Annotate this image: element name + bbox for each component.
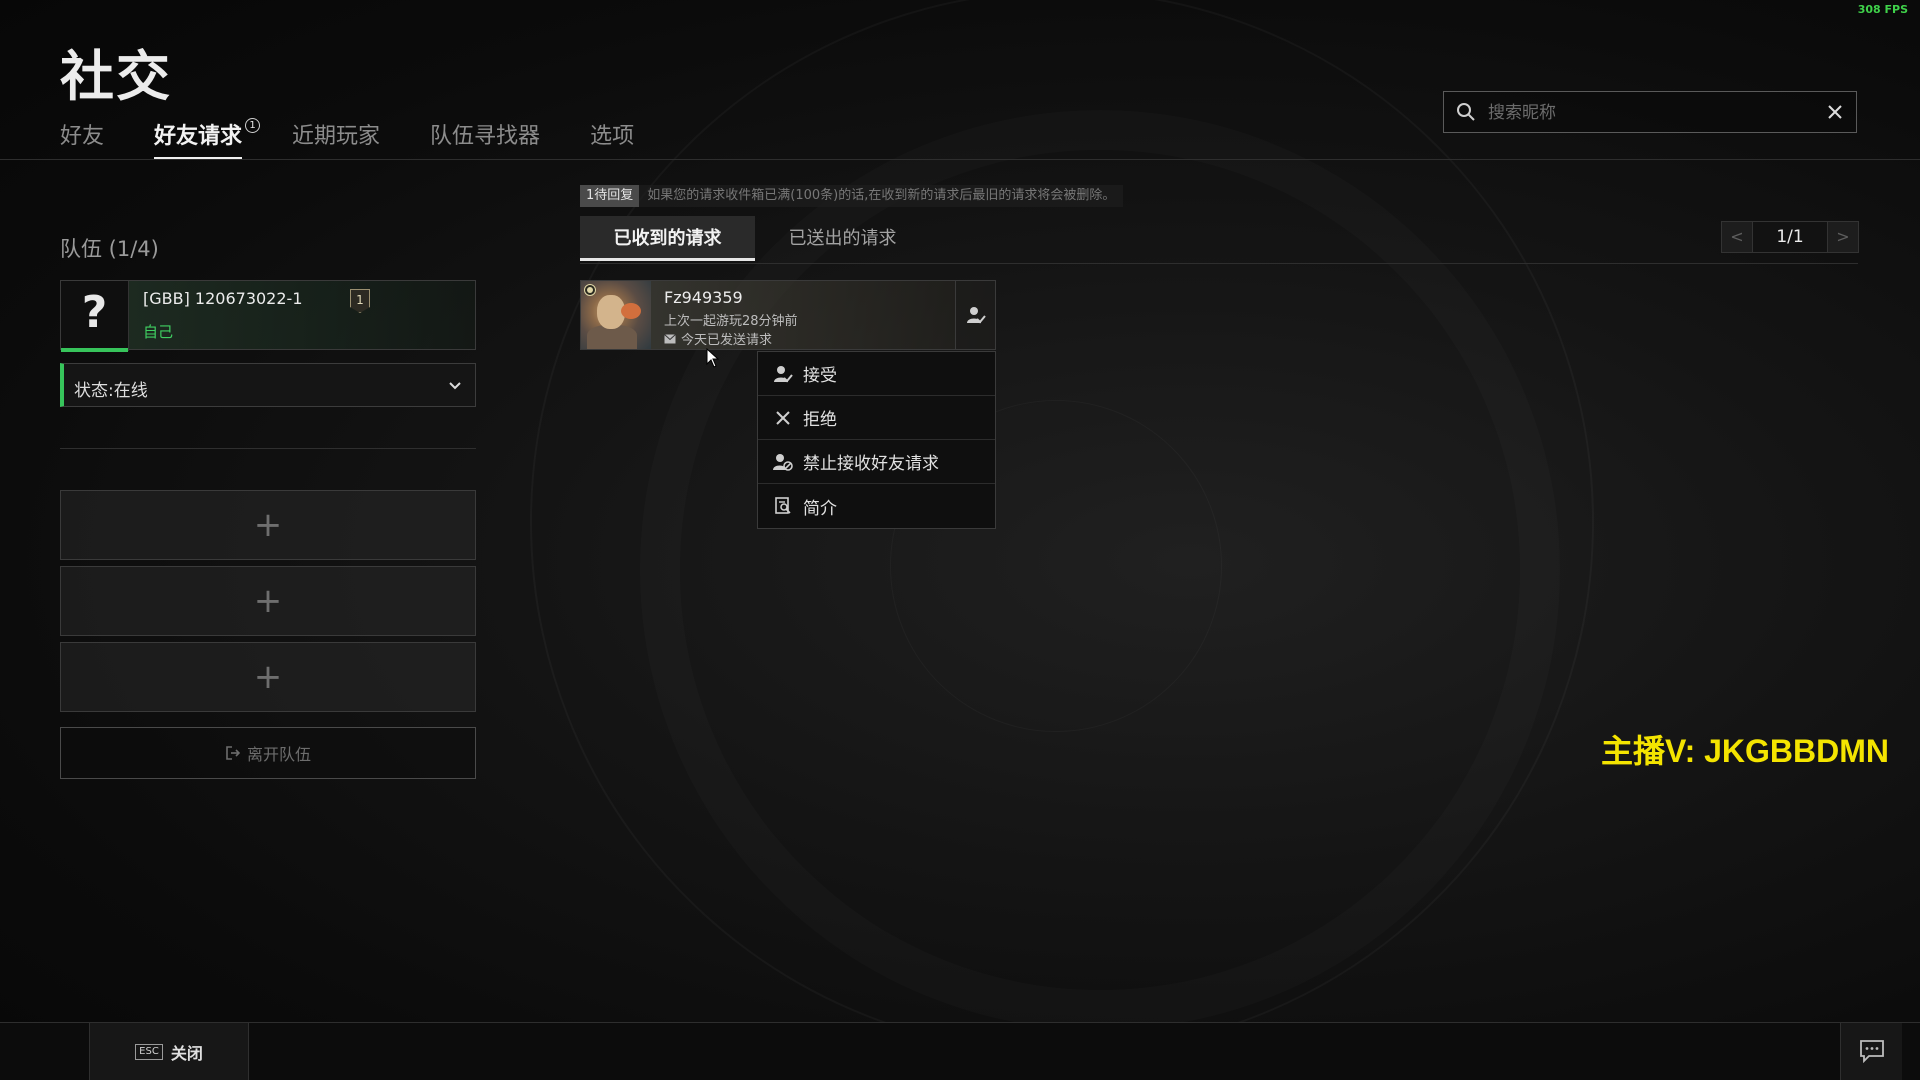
request-action-button[interactable]	[955, 281, 995, 349]
empty-team-slot[interactable]: +	[60, 490, 476, 560]
tab-recent-players-label: 近期玩家	[292, 124, 381, 149]
request-sent-text: 今天已发送请求	[681, 333, 773, 348]
block-user-icon	[773, 453, 793, 471]
request-notice: 1待回复 如果您的请求收件箱已满(100条)的话,在收到新的请求后最旧的请求将会…	[580, 185, 1124, 207]
tab-friend-requests[interactable]: 好友请求 1	[154, 118, 261, 160]
clear-search-icon[interactable]	[1826, 103, 1844, 121]
chat-icon	[1860, 1040, 1884, 1063]
exit-icon	[226, 746, 241, 760]
tab-recent-players[interactable]: 近期玩家	[292, 118, 380, 160]
menu-item-block-requests[interactable]: 禁止接收好友请求	[758, 440, 995, 484]
status-dropdown[interactable]: 状态:在线	[60, 363, 476, 407]
team-divider	[60, 448, 476, 449]
close-button[interactable]: ESC 关闭	[89, 1023, 249, 1080]
team-label: 队伍 (1/4)	[60, 237, 159, 261]
request-context-menu: 接受 拒绝 禁止接收好友请求 简介	[757, 351, 996, 529]
menu-item-block-requests-label: 禁止接收好友请求	[803, 454, 939, 474]
self-name: [GBB] 120673022-1	[143, 289, 303, 308]
streamer-watermark: 主播V: JKGBBDMN	[1601, 733, 1890, 769]
info-badge-icon: 1	[245, 118, 261, 133]
main-tabs: 好友 好友请求 1 近期玩家 队伍寻找器 选项	[60, 118, 684, 160]
close-label: 关闭	[170, 1043, 203, 1063]
tab-options-label: 选项	[590, 124, 635, 149]
mail-icon	[664, 333, 676, 343]
leave-team-button[interactable]: 离开队伍	[60, 727, 476, 779]
search-icon	[1457, 103, 1475, 121]
close-icon	[776, 410, 790, 425]
bottom-bar: ESC 关闭	[0, 1022, 1920, 1080]
search-box	[1443, 91, 1857, 134]
esc-key-icon: ESC	[135, 1043, 163, 1060]
online-status-icon	[584, 284, 596, 296]
menu-item-reject[interactable]: 拒绝	[758, 396, 995, 440]
chevron-down-icon	[449, 382, 461, 390]
notice-text: 如果您的请求收件箱已满(100条)的话,在收到新的请求后最旧的请求将会被删除。	[639, 185, 1124, 207]
menu-item-accept-label: 接受	[803, 366, 837, 386]
unknown-avatar-icon: ?	[61, 281, 129, 352]
tab-received-requests[interactable]: 已收到的请求	[580, 216, 755, 261]
accept-user-icon	[967, 307, 986, 324]
status-value: 状态:在线	[74, 381, 148, 401]
request-subtabs: 已收到的请求 已送出的请求	[580, 216, 930, 261]
tab-friends[interactable]: 好友	[60, 118, 104, 160]
accept-user-icon	[774, 365, 793, 382]
chat-button[interactable]	[1840, 1023, 1902, 1080]
requester-name: Fz949359	[664, 288, 743, 307]
header-divider	[0, 159, 1920, 160]
menu-item-reject-label: 拒绝	[803, 410, 837, 430]
tab-party-finder[interactable]: 队伍寻找器	[430, 118, 540, 160]
tab-party-finder-label: 队伍寻找器	[430, 124, 541, 149]
tab-options[interactable]: 选项	[590, 118, 634, 160]
fps-counter: 308 FPS	[1857, 3, 1908, 16]
plus-icon: +	[253, 581, 283, 621]
profile-icon	[775, 497, 791, 514]
request-sent-row: 今天已发送请求	[664, 329, 772, 348]
empty-team-slot[interactable]: +	[60, 642, 476, 712]
friend-request-card[interactable]: Fz949359 上次一起游玩28分钟前 今天已发送请求	[580, 280, 996, 350]
empty-team-slot[interactable]: +	[60, 566, 476, 636]
search-input[interactable]	[1486, 92, 1810, 134]
tab-friends-label: 好友	[60, 124, 105, 149]
pagination: < 1/1 >	[1721, 221, 1859, 253]
menu-item-accept[interactable]: 接受	[758, 352, 995, 396]
tab-sent-requests[interactable]: 已送出的请求	[755, 216, 930, 261]
page-title: 社交	[60, 45, 172, 108]
self-tag: 自己	[143, 323, 174, 341]
self-member-card[interactable]: ? [GBB] 120673022-1 1 自己	[60, 280, 476, 352]
next-page-button[interactable]: >	[1827, 221, 1859, 253]
level-badge: 1	[350, 289, 370, 313]
plus-icon: +	[253, 657, 283, 697]
last-played-text: 上次一起游玩28分钟前	[664, 314, 798, 329]
menu-item-profile-label: 简介	[803, 498, 837, 519]
menu-item-profile[interactable]: 简介	[758, 484, 995, 528]
page-indicator: 1/1	[1753, 221, 1827, 253]
subtabs-divider	[580, 263, 1858, 264]
pending-count-tag: 1待回复	[580, 185, 640, 207]
plus-icon: +	[253, 505, 283, 545]
leave-team-label: 离开队伍	[246, 745, 312, 764]
player-avatar	[581, 281, 651, 349]
prev-page-button[interactable]: <	[1721, 221, 1753, 253]
tab-friend-requests-label: 好友请求	[154, 124, 243, 149]
mouse-cursor-icon	[706, 348, 720, 368]
